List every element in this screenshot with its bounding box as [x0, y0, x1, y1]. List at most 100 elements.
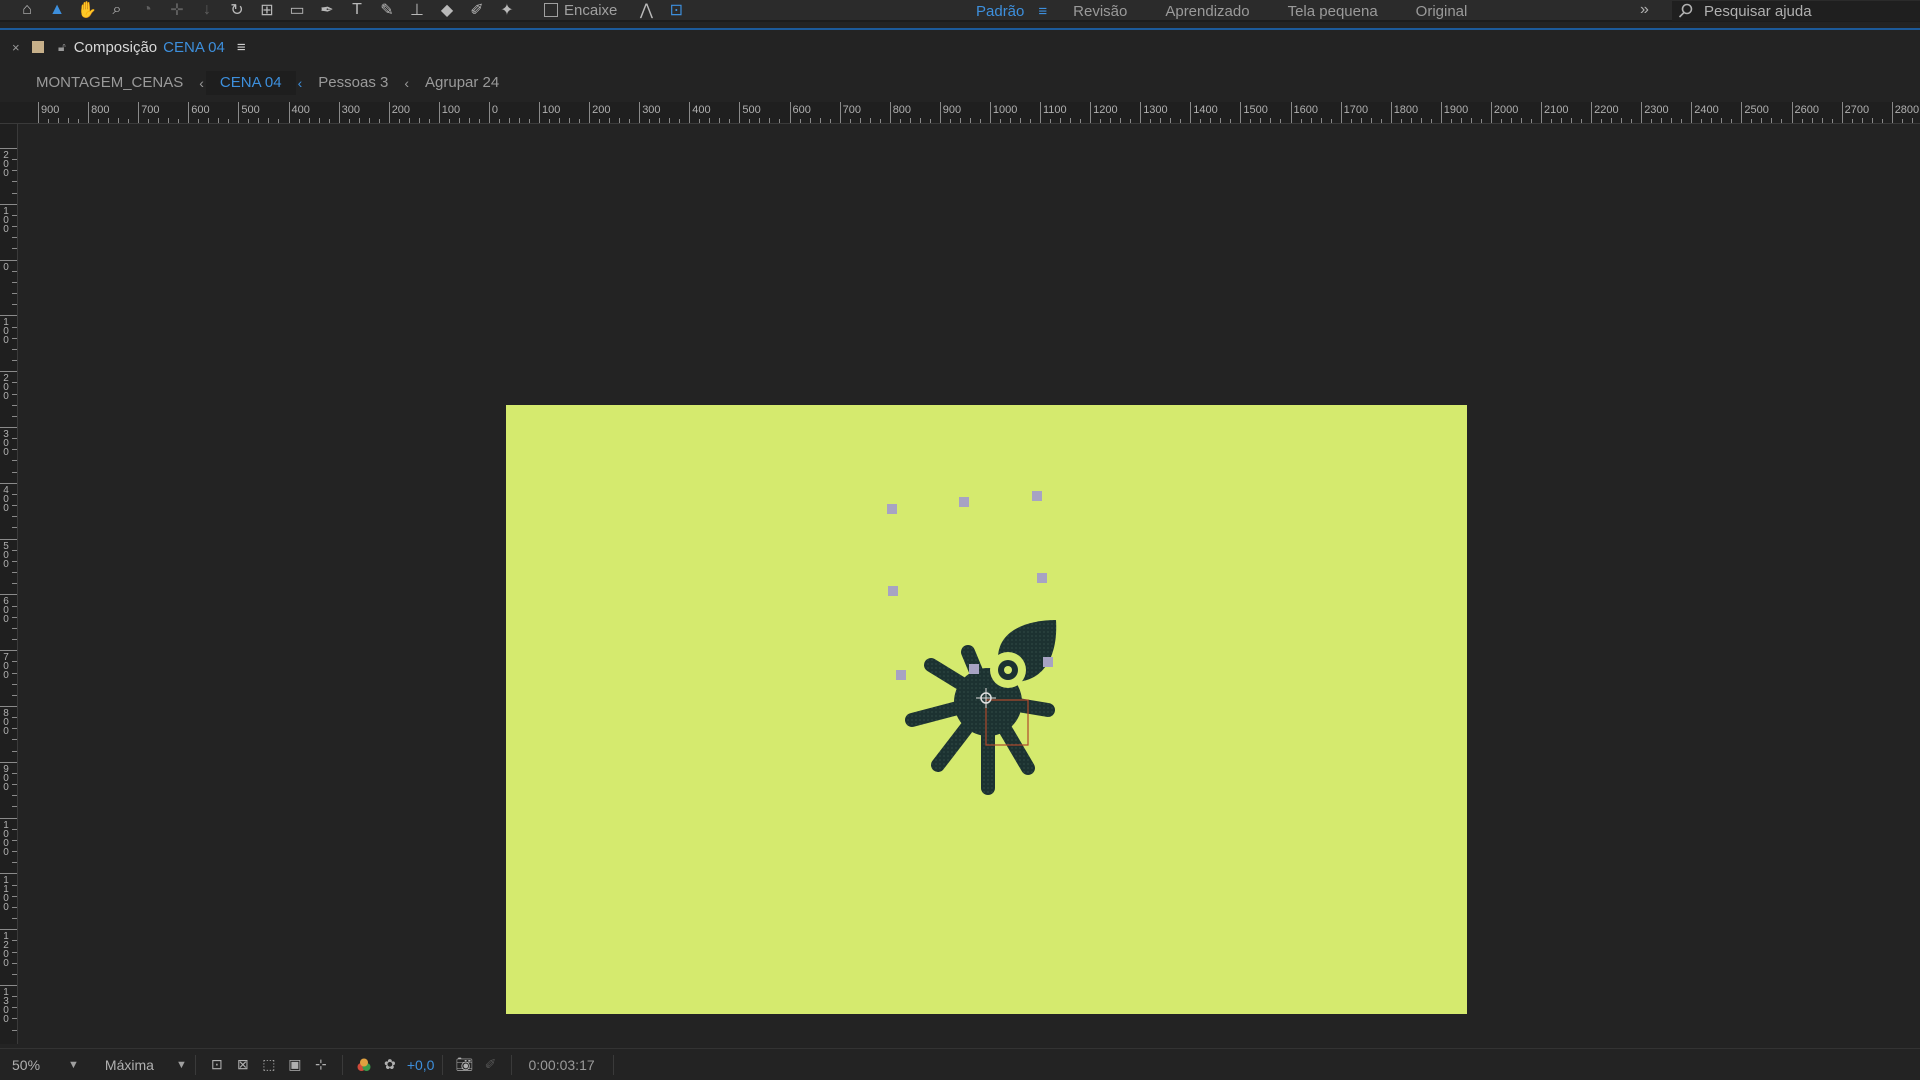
eraser-tool-icon[interactable]: ◆	[432, 0, 462, 21]
mask-path-icon[interactable]: ⬚	[256, 1053, 282, 1077]
help-search[interactable]: Pesquisar ajuda	[1672, 1, 1920, 21]
ruler-minor-tick	[508, 118, 510, 123]
lock-icon[interactable]: 🔓︎	[58, 40, 66, 55]
transparency-grid-icon[interactable]: ⊠	[230, 1053, 256, 1077]
ruler-tick	[38, 102, 39, 123]
transform-handle[interactable]	[1037, 573, 1047, 583]
ruler-tick	[0, 761, 17, 763]
dolly-camera-icon[interactable]: ↓	[192, 0, 222, 21]
ruler-minor-tick	[1410, 118, 1412, 123]
rotate-tool-icon[interactable]: ↻	[222, 0, 252, 21]
fast-previews-icon[interactable]: ⊡	[204, 1053, 230, 1077]
transform-handle[interactable]	[969, 664, 979, 674]
transform-handle[interactable]	[1032, 491, 1042, 501]
transform-handle[interactable]	[887, 504, 897, 514]
roto-brush-icon[interactable]: ✐	[462, 0, 492, 21]
breadcrumb-montagem-cenas[interactable]: MONTAGEM_CENAS	[22, 71, 197, 95]
breadcrumb-pessoas-3[interactable]: Pessoas 3	[304, 71, 402, 95]
transform-handle[interactable]	[896, 670, 906, 680]
snap-target-icon[interactable]: ⊡	[661, 0, 691, 21]
selection-tool-icon[interactable]: ▲	[42, 0, 72, 21]
ruler-minor-tick	[1160, 118, 1162, 123]
hand-tool-icon[interactable]: ✋	[72, 0, 102, 21]
ruler-label: 600	[3, 596, 9, 626]
ruler-minor-tick	[1420, 118, 1422, 123]
puppet-tool-icon[interactable]: ✦	[492, 0, 522, 21]
panel-menu-icon[interactable]: ≡	[237, 39, 246, 56]
pan-camera-icon[interactable]: ✛	[162, 0, 192, 21]
panel-comp-name[interactable]: CENA 04	[163, 39, 225, 56]
workspace-original[interactable]: Original	[1416, 3, 1468, 20]
divider	[442, 1054, 444, 1075]
ruler-minor-tick	[12, 795, 17, 797]
ruler-tick	[1140, 102, 1142, 123]
transform-handle[interactable]	[1043, 657, 1053, 667]
ruler-minor-tick	[178, 119, 180, 123]
ruler-label: 1600	[1293, 104, 1318, 116]
ruler-label: 900	[41, 104, 60, 116]
ruler-minor-tick	[12, 527, 17, 529]
workspace-menu-icon[interactable]: ≡	[1038, 3, 1047, 20]
exposure-value[interactable]: +0,0	[407, 1057, 435, 1073]
ruler-minor-tick	[669, 118, 671, 123]
resolution-select[interactable]: Máxima ▼	[93, 1053, 187, 1077]
vertical-ruler[interactable]: 200 100 0 100 200 300 400 500 600 700 800 900 1000 11…	[0, 124, 18, 1044]
snap-options-icon[interactable]: ⋀	[631, 0, 661, 21]
ruler-minor-tick	[12, 415, 17, 417]
ruler-minor-tick	[348, 119, 350, 123]
show-snapshot-icon[interactable]: ✐	[477, 1053, 503, 1077]
help-search-placeholder: Pesquisar ajuda	[1704, 2, 1812, 20]
zoom-tool-icon[interactable]: ⌕	[102, 0, 132, 21]
pan-behind-icon[interactable]: ⊞	[252, 0, 282, 21]
workspace-revisao[interactable]: Revisão	[1073, 3, 1127, 20]
current-time[interactable]: 0:00:03:17	[528, 1057, 594, 1073]
comp-label-color[interactable]	[32, 41, 44, 53]
breadcrumb-cena-04[interactable]: CENA 04	[205, 71, 296, 95]
ruler-minor-tick	[809, 118, 811, 123]
ruler-minor-tick	[12, 583, 17, 585]
workspace-padrao[interactable]: Padrão	[976, 3, 1024, 20]
ruler-minor-tick	[929, 119, 931, 123]
ruler-minor-tick	[819, 118, 821, 123]
breadcrumb-agrupar-24[interactable]: Agrupar 24	[411, 71, 513, 95]
snap-toggle[interactable]: Encaixe	[544, 2, 617, 19]
text-tool-icon[interactable]: T	[342, 0, 372, 21]
reset-exposure-icon[interactable]: ✿	[377, 1053, 403, 1077]
composition-viewer[interactable]	[18, 125, 1918, 1045]
ruler-tick	[1390, 102, 1392, 123]
ruler-minor-tick	[12, 1018, 17, 1020]
workspace-tela-pequena[interactable]: Tela pequena	[1288, 3, 1378, 20]
ruler-minor-tick	[12, 940, 17, 942]
ruler-tick	[0, 148, 17, 149]
rectangle-tool-icon[interactable]: ▭	[282, 0, 312, 21]
ruler-minor-tick	[12, 616, 17, 618]
ruler-minor-tick	[12, 337, 17, 339]
ruler-tick	[0, 650, 17, 652]
transform-handle[interactable]	[959, 497, 969, 507]
zoom-select[interactable]: 50% ▼	[0, 1053, 79, 1077]
snapshot-icon[interactable]: 📷︎	[451, 1053, 477, 1077]
ruler-tick	[0, 203, 17, 205]
ruler-minor-tick	[268, 118, 270, 123]
clone-stamp-icon[interactable]: ⊥	[402, 0, 432, 21]
ruler-tick	[0, 538, 17, 540]
region-of-interest-icon[interactable]: ▣	[282, 1053, 308, 1077]
orbit-camera-icon[interactable]: ◔	[132, 0, 162, 21]
close-panel-icon[interactable]: ×	[12, 40, 24, 55]
ruler-minor-tick	[1761, 118, 1763, 123]
brush-tool-icon[interactable]: ✎	[372, 0, 402, 21]
transform-handle[interactable]	[888, 586, 898, 596]
snap-checkbox[interactable]	[544, 3, 558, 17]
grid-guides-icon[interactable]: ⊹	[308, 1053, 334, 1077]
ruler-minor-tick	[208, 118, 210, 123]
ruler-minor-tick	[1911, 118, 1913, 123]
more-workspaces-icon[interactable]: »	[1640, 0, 1649, 22]
horizontal-ruler[interactable]: 900 800 700 600 500 400 300 200 100 0 100 200 300 400…	[16, 102, 1920, 124]
workspace-aprendizado[interactable]: Aprendizado	[1165, 3, 1249, 20]
ruler-minor-tick	[378, 119, 380, 123]
ruler-tick	[0, 482, 17, 484]
color-channels-icon[interactable]	[351, 1053, 377, 1077]
home-icon[interactable]: ⌂	[12, 0, 42, 21]
pen-tool-icon[interactable]: ✒	[312, 0, 342, 21]
character-shape-layer[interactable]	[898, 610, 1078, 810]
